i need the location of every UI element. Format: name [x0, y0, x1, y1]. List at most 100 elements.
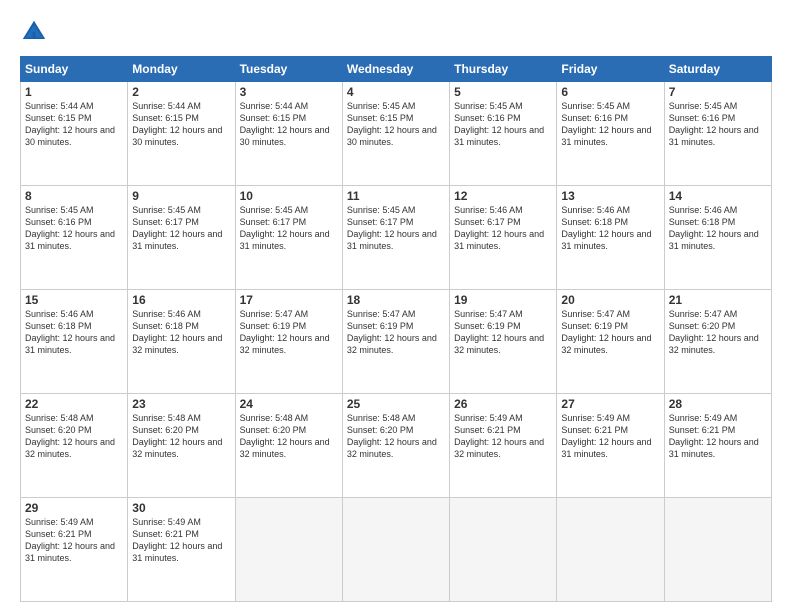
calendar-cell: 20 Sunrise: 5:47 AMSunset: 6:19 PMDayligh… [557, 290, 664, 394]
day-info: Sunrise: 5:48 AMSunset: 6:20 PMDaylight:… [347, 413, 437, 459]
day-info: Sunrise: 5:48 AMSunset: 6:20 PMDaylight:… [25, 413, 115, 459]
calendar-cell [235, 498, 342, 602]
day-info: Sunrise: 5:47 AMSunset: 6:19 PMDaylight:… [240, 309, 330, 355]
day-number: 5 [454, 85, 552, 99]
calendar-cell: 24 Sunrise: 5:48 AMSunset: 6:20 PMDayligh… [235, 394, 342, 498]
calendar-week-row: 29 Sunrise: 5:49 AMSunset: 6:21 PMDayligh… [21, 498, 772, 602]
calendar-cell [342, 498, 449, 602]
calendar-header-row: Sunday Monday Tuesday Wednesday Thursday… [21, 57, 772, 82]
day-info: Sunrise: 5:46 AMSunset: 6:17 PMDaylight:… [454, 205, 544, 251]
calendar-cell: 15 Sunrise: 5:46 AMSunset: 6:18 PMDayligh… [21, 290, 128, 394]
col-saturday: Saturday [664, 57, 771, 82]
calendar-cell: 25 Sunrise: 5:48 AMSunset: 6:20 PMDayligh… [342, 394, 449, 498]
day-info: Sunrise: 5:45 AMSunset: 6:16 PMDaylight:… [454, 101, 544, 147]
day-info: Sunrise: 5:47 AMSunset: 6:19 PMDaylight:… [347, 309, 437, 355]
day-number: 3 [240, 85, 338, 99]
day-info: Sunrise: 5:45 AMSunset: 6:17 PMDaylight:… [240, 205, 330, 251]
day-number: 14 [669, 189, 767, 203]
calendar-cell: 5 Sunrise: 5:45 AMSunset: 6:16 PMDaylight… [450, 82, 557, 186]
day-info: Sunrise: 5:48 AMSunset: 6:20 PMDaylight:… [240, 413, 330, 459]
day-info: Sunrise: 5:45 AMSunset: 6:16 PMDaylight:… [25, 205, 115, 251]
day-info: Sunrise: 5:45 AMSunset: 6:15 PMDaylight:… [347, 101, 437, 147]
calendar-cell: 7 Sunrise: 5:45 AMSunset: 6:16 PMDaylight… [664, 82, 771, 186]
day-info: Sunrise: 5:44 AMSunset: 6:15 PMDaylight:… [240, 101, 330, 147]
day-number: 20 [561, 293, 659, 307]
day-number: 7 [669, 85, 767, 99]
day-number: 24 [240, 397, 338, 411]
day-info: Sunrise: 5:46 AMSunset: 6:18 PMDaylight:… [132, 309, 222, 355]
day-info: Sunrise: 5:47 AMSunset: 6:20 PMDaylight:… [669, 309, 759, 355]
day-number: 10 [240, 189, 338, 203]
calendar-cell: 16 Sunrise: 5:46 AMSunset: 6:18 PMDayligh… [128, 290, 235, 394]
day-info: Sunrise: 5:49 AMSunset: 6:21 PMDaylight:… [669, 413, 759, 459]
calendar-cell: 10 Sunrise: 5:45 AMSunset: 6:17 PMDayligh… [235, 186, 342, 290]
day-info: Sunrise: 5:44 AMSunset: 6:15 PMDaylight:… [132, 101, 222, 147]
day-number: 6 [561, 85, 659, 99]
calendar-cell: 8 Sunrise: 5:45 AMSunset: 6:16 PMDaylight… [21, 186, 128, 290]
day-number: 28 [669, 397, 767, 411]
day-info: Sunrise: 5:44 AMSunset: 6:15 PMDaylight:… [25, 101, 115, 147]
calendar-cell [664, 498, 771, 602]
day-info: Sunrise: 5:47 AMSunset: 6:19 PMDaylight:… [561, 309, 651, 355]
day-info: Sunrise: 5:45 AMSunset: 6:16 PMDaylight:… [561, 101, 651, 147]
day-number: 8 [25, 189, 123, 203]
col-friday: Friday [557, 57, 664, 82]
calendar-cell: 11 Sunrise: 5:45 AMSunset: 6:17 PMDayligh… [342, 186, 449, 290]
day-number: 19 [454, 293, 552, 307]
day-info: Sunrise: 5:45 AMSunset: 6:16 PMDaylight:… [669, 101, 759, 147]
logo [20, 18, 54, 46]
day-info: Sunrise: 5:45 AMSunset: 6:17 PMDaylight:… [132, 205, 222, 251]
day-info: Sunrise: 5:46 AMSunset: 6:18 PMDaylight:… [561, 205, 651, 251]
day-number: 25 [347, 397, 445, 411]
calendar-cell [557, 498, 664, 602]
calendar-cell: 6 Sunrise: 5:45 AMSunset: 6:16 PMDaylight… [557, 82, 664, 186]
calendar-cell: 18Sunrise: 5:47 AMSunset: 6:19 PMDayligh… [342, 290, 449, 394]
calendar-cell: 28 Sunrise: 5:49 AMSunset: 6:21 PMDayligh… [664, 394, 771, 498]
calendar-cell: 12Sunrise: 5:46 AMSunset: 6:17 PMDayligh… [450, 186, 557, 290]
day-number: 9 [132, 189, 230, 203]
day-info: Sunrise: 5:46 AMSunset: 6:18 PMDaylight:… [669, 205, 759, 251]
day-info: Sunrise: 5:49 AMSunset: 6:21 PMDaylight:… [454, 413, 544, 459]
calendar-cell: 14 Sunrise: 5:46 AMSunset: 6:18 PMDayligh… [664, 186, 771, 290]
calendar: Sunday Monday Tuesday Wednesday Thursday… [20, 56, 772, 602]
col-thursday: Thursday [450, 57, 557, 82]
calendar-cell: 29 Sunrise: 5:49 AMSunset: 6:21 PMDayligh… [21, 498, 128, 602]
day-info: Sunrise: 5:49 AMSunset: 6:21 PMDaylight:… [132, 517, 222, 563]
calendar-cell: 19Sunrise: 5:47 AMSunset: 6:19 PMDayligh… [450, 290, 557, 394]
day-number: 16 [132, 293, 230, 307]
day-number: 1 [25, 85, 123, 99]
calendar-cell: 30Sunrise: 5:49 AMSunset: 6:21 PMDayligh… [128, 498, 235, 602]
col-monday: Monday [128, 57, 235, 82]
day-number: 15 [25, 293, 123, 307]
day-info: Sunrise: 5:49 AMSunset: 6:21 PMDaylight:… [25, 517, 115, 563]
col-wednesday: Wednesday [342, 57, 449, 82]
day-number: 11 [347, 189, 445, 203]
col-sunday: Sunday [21, 57, 128, 82]
calendar-cell: 4 Sunrise: 5:45 AMSunset: 6:15 PMDaylight… [342, 82, 449, 186]
calendar-week-row: 8 Sunrise: 5:45 AMSunset: 6:16 PMDaylight… [21, 186, 772, 290]
calendar-cell: 27Sunrise: 5:49 AMSunset: 6:21 PMDayligh… [557, 394, 664, 498]
logo-icon [20, 18, 48, 46]
day-number: 2 [132, 85, 230, 99]
calendar-cell: 23 Sunrise: 5:48 AMSunset: 6:20 PMDayligh… [128, 394, 235, 498]
day-info: Sunrise: 5:48 AMSunset: 6:20 PMDaylight:… [132, 413, 222, 459]
calendar-cell: 2 Sunrise: 5:44 AMSunset: 6:15 PMDaylight… [128, 82, 235, 186]
day-info: Sunrise: 5:49 AMSunset: 6:21 PMDaylight:… [561, 413, 651, 459]
day-number: 26 [454, 397, 552, 411]
calendar-cell: 9 Sunrise: 5:45 AMSunset: 6:17 PMDaylight… [128, 186, 235, 290]
calendar-cell: 26 Sunrise: 5:49 AMSunset: 6:21 PMDayligh… [450, 394, 557, 498]
calendar-week-row: 22Sunrise: 5:48 AMSunset: 6:20 PMDayligh… [21, 394, 772, 498]
calendar-week-row: 15 Sunrise: 5:46 AMSunset: 6:18 PMDayligh… [21, 290, 772, 394]
header [20, 18, 772, 46]
page: Sunday Monday Tuesday Wednesday Thursday… [0, 0, 792, 612]
calendar-cell: 17Sunrise: 5:47 AMSunset: 6:19 PMDayligh… [235, 290, 342, 394]
day-info: Sunrise: 5:45 AMSunset: 6:17 PMDaylight:… [347, 205, 437, 251]
day-number: 23 [132, 397, 230, 411]
day-number: 4 [347, 85, 445, 99]
day-number: 29 [25, 501, 123, 515]
calendar-cell: 21Sunrise: 5:47 AMSunset: 6:20 PMDayligh… [664, 290, 771, 394]
calendar-cell: 1 Sunrise: 5:44 AMSunset: 6:15 PMDaylight… [21, 82, 128, 186]
calendar-cell: 13Sunrise: 5:46 AMSunset: 6:18 PMDayligh… [557, 186, 664, 290]
day-info: Sunrise: 5:46 AMSunset: 6:18 PMDaylight:… [25, 309, 115, 355]
calendar-cell: 3 Sunrise: 5:44 AMSunset: 6:15 PMDaylight… [235, 82, 342, 186]
